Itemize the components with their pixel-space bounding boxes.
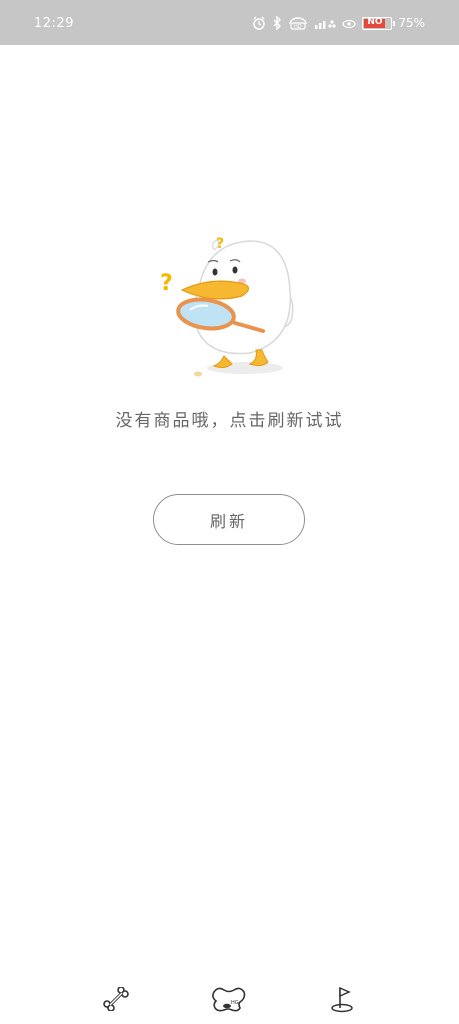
battery-label: NO [367, 16, 383, 27]
refresh-button[interactable]: 刷新 [153, 494, 305, 545]
battery-cap [393, 20, 396, 26]
svg-text:HD: HD [294, 24, 302, 30]
signal-icon [314, 16, 336, 30]
bottom-nav: HG [0, 976, 459, 1024]
nav-flag[interactable] [318, 984, 366, 1018]
nav-bone[interactable] [92, 984, 140, 1018]
nav-home[interactable]: HG [205, 984, 253, 1018]
status-bar: 12:29 HD NO 75% [0, 0, 459, 45]
flag-icon [329, 985, 355, 1017]
bluetooth-icon [272, 16, 282, 30]
alarm-icon [252, 16, 266, 30]
svg-text:HG: HG [231, 1000, 239, 1006]
bone-icon [102, 986, 130, 1015]
svg-text:?: ? [216, 236, 224, 252]
status-icons: HD NO 75% [252, 14, 425, 32]
eye-icon [342, 17, 356, 29]
battery-icon: NO [362, 16, 396, 30]
home-icon: HG [210, 984, 248, 1018]
app-screen: 12:29 HD NO 75% ? ? 没有商品哦，点击刷新试试 刷新 HG [0, 0, 459, 1024]
duck-magnifier-illustration: ? ? [150, 228, 310, 388]
hd-icon: HD [288, 16, 308, 30]
svg-text:?: ? [160, 271, 173, 296]
battery-percent: 75% [398, 16, 425, 30]
empty-message: 没有商品哦，点击刷新试试 [115, 411, 344, 431]
status-time: 12:29 [34, 16, 74, 31]
